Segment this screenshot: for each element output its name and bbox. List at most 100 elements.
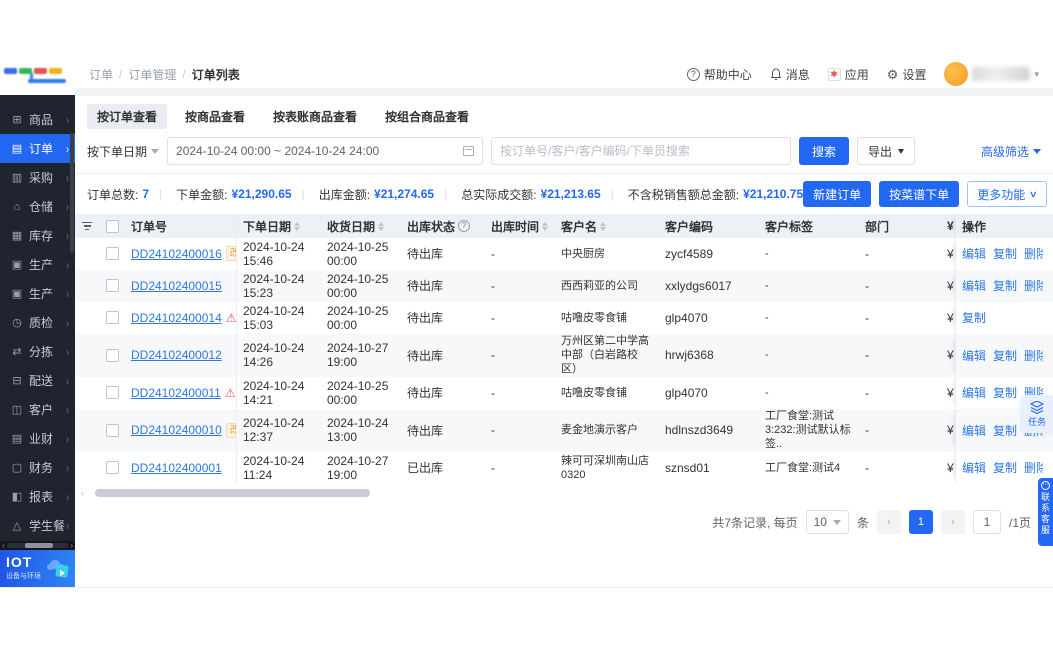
more-functions-button[interactable]: 更多功能 ∨ xyxy=(967,181,1047,207)
search-input[interactable] xyxy=(491,137,792,165)
user-menu[interactable]: ▾ xyxy=(944,62,1039,86)
scrollbar-thumb[interactable] xyxy=(95,489,370,497)
edit-link[interactable]: 编辑 xyxy=(962,384,986,401)
date-range-input[interactable]: 2024-10-24 00:00 ~ 2024-10-24 24:00 xyxy=(167,137,484,165)
order-number-link[interactable]: DD24102400015 xyxy=(131,279,222,293)
edit-link[interactable]: 编辑 xyxy=(962,459,986,476)
order-number-link[interactable]: DD24102400001 xyxy=(131,461,222,475)
order-number-link[interactable]: DD24102400016 xyxy=(131,247,222,261)
sidebar-item[interactable]: ▤ 业财 › xyxy=(0,424,75,453)
sidebar-item[interactable]: ⊟ 配送 › xyxy=(0,366,75,395)
scroll-left-icon[interactable]: ‹ xyxy=(2,541,5,550)
row-checkbox[interactable] xyxy=(105,247,119,260)
advanced-filter-toggle[interactable]: 高级筛选 xyxy=(981,143,1041,160)
order-number-link[interactable]: DD24102400011 xyxy=(131,386,221,400)
row-checkbox[interactable] xyxy=(105,279,119,292)
date-type-select[interactable]: 按下单日期 xyxy=(87,143,160,160)
delete-link[interactable]: 删除 xyxy=(1024,277,1043,294)
sidebar-item-label: 业财 xyxy=(29,432,54,446)
sidebar-horizontal-scrollbar[interactable]: ‹ › xyxy=(0,541,75,550)
scroll-right-icon[interactable]: › xyxy=(70,541,73,550)
order-number-link[interactable]: DD24102400012 xyxy=(131,348,222,362)
column-settings-button[interactable] xyxy=(75,214,99,238)
new-order-button[interactable]: 新建订单 xyxy=(803,181,872,207)
edit-link[interactable]: 复制 xyxy=(962,309,986,326)
copy-link[interactable]: 复制 xyxy=(993,459,1017,476)
sidebar-item[interactable]: ◷ 质检 › xyxy=(0,308,75,337)
department-cell: - xyxy=(865,348,869,362)
chevron-down-icon xyxy=(832,519,841,525)
apps-button[interactable]: 应用 xyxy=(827,66,869,83)
sidebar-item[interactable]: ▣ 生产 › xyxy=(0,279,75,308)
edit-link[interactable]: 编辑 xyxy=(962,422,986,439)
sidebar-item[interactable]: ◫ 客户 › xyxy=(0,395,75,424)
edit-link[interactable]: 编辑 xyxy=(962,277,986,294)
row-checkbox[interactable] xyxy=(105,461,119,474)
iot-banner[interactable]: IOT 设备与环境 xyxy=(0,550,75,587)
sidebar-item[interactable]: ▦ 库存 › xyxy=(0,221,75,250)
task-panel-button[interactable]: 任务 xyxy=(1021,395,1053,433)
order-number-link[interactable]: DD24102400014 xyxy=(131,311,222,325)
export-button[interactable]: 导出 xyxy=(857,137,916,165)
messages-button[interactable]: 消息 xyxy=(770,66,810,83)
top-bar: 订单 / 订单管理 / 订单列表 ? 帮助中心 消息 ✱ 应用 ⚙ 设置 ▾ xyxy=(75,60,1053,88)
sort-icon[interactable] xyxy=(542,221,549,231)
page-size-select[interactable]: 10 xyxy=(805,510,849,534)
view-tab[interactable]: 按商品查看 xyxy=(175,104,255,129)
breadcrumb-orders[interactable]: 订单 xyxy=(89,66,113,83)
row-checkbox[interactable] xyxy=(105,423,119,437)
header-outbound-time[interactable]: 出库时间 xyxy=(485,214,555,238)
sidebar-item[interactable]: ⇄ 分拣 › xyxy=(0,337,75,366)
page-jump-input[interactable]: 1 xyxy=(972,510,1001,534)
delete-link[interactable]: 删除 xyxy=(1024,347,1043,364)
header-customer-name[interactable]: 客户名 xyxy=(555,214,659,238)
view-tab[interactable]: 按订单查看 xyxy=(87,104,168,129)
help-center-button[interactable]: ? 帮助中心 xyxy=(686,66,752,83)
table-horizontal-scrollbar[interactable]: ‹ › xyxy=(81,488,1047,498)
view-tab[interactable]: 按组合商品查看 xyxy=(375,104,479,129)
edit-link[interactable]: 编辑 xyxy=(962,245,986,262)
sidebar-item[interactable]: ▢ 财务 › xyxy=(0,453,75,482)
row-checkbox[interactable] xyxy=(105,348,119,362)
contact-support-button[interactable]: ⋯ 联系客服 xyxy=(1038,478,1053,546)
select-all-checkbox[interactable] xyxy=(105,219,119,233)
scroll-left-icon[interactable]: ‹ xyxy=(81,488,84,498)
sort-icon[interactable] xyxy=(600,221,607,231)
customer-code-cell: xxlydgs6017 xyxy=(665,278,732,293)
current-page-button[interactable]: 1 xyxy=(908,510,933,534)
table-row: DD24102400016 改 2024-10-24 15:46 2024-10… xyxy=(75,238,1053,270)
help-tooltip-icon[interactable]: ? xyxy=(458,220,471,232)
sidebar-item[interactable]: ⊞ 商品 › xyxy=(0,105,75,134)
sort-icon[interactable] xyxy=(294,221,301,231)
delete-link[interactable]: 删除 xyxy=(1024,245,1043,262)
header-receive-date[interactable]: 收货日期 xyxy=(321,214,401,238)
next-page-button[interactable]: › xyxy=(940,510,965,534)
edit-link[interactable]: 编辑 xyxy=(962,347,986,364)
row-checkbox[interactable] xyxy=(105,311,119,324)
copy-link[interactable]: 复制 xyxy=(993,277,1017,294)
header-order-date[interactable]: 下单日期 xyxy=(237,214,321,238)
sidebar-item[interactable]: ◧ 报表 › xyxy=(0,482,75,511)
sidebar-item[interactable]: ▥ 采购 › xyxy=(0,163,75,192)
sidebar-item[interactable]: △ 学生餐 › xyxy=(0,511,75,540)
row-checkbox[interactable] xyxy=(105,386,119,399)
order-by-recipe-button[interactable]: 按菜谱下单 xyxy=(879,181,960,207)
settings-button[interactable]: ⚙ 设置 xyxy=(887,66,927,83)
copy-link[interactable]: 复制 xyxy=(993,422,1017,439)
delete-link[interactable]: 删除 xyxy=(1024,459,1043,476)
breadcrumb-order-management[interactable]: 订单管理 xyxy=(128,66,176,83)
sidebar-vertical-scrollbar[interactable] xyxy=(70,133,74,253)
sort-icon[interactable] xyxy=(378,221,385,231)
sidebar-item[interactable]: ⌂ 仓储 › xyxy=(0,192,75,221)
copy-link[interactable]: 复制 xyxy=(993,384,1017,401)
order-number-link[interactable]: DD24102400010 xyxy=(131,423,222,437)
sidebar-item[interactable]: ▣ 生产 › xyxy=(0,250,75,279)
prev-page-button[interactable]: ‹ xyxy=(876,510,901,534)
copy-link[interactable]: 复制 xyxy=(993,245,1017,262)
modified-badge: 改 xyxy=(225,246,236,261)
search-button[interactable]: 搜索 xyxy=(799,137,850,165)
sidebar-item[interactable]: ▤ 订单 › xyxy=(0,134,75,163)
scrollbar-thumb[interactable] xyxy=(25,543,53,548)
view-tab[interactable]: 按表账商品查看 xyxy=(263,104,367,129)
copy-link[interactable]: 复制 xyxy=(993,347,1017,364)
